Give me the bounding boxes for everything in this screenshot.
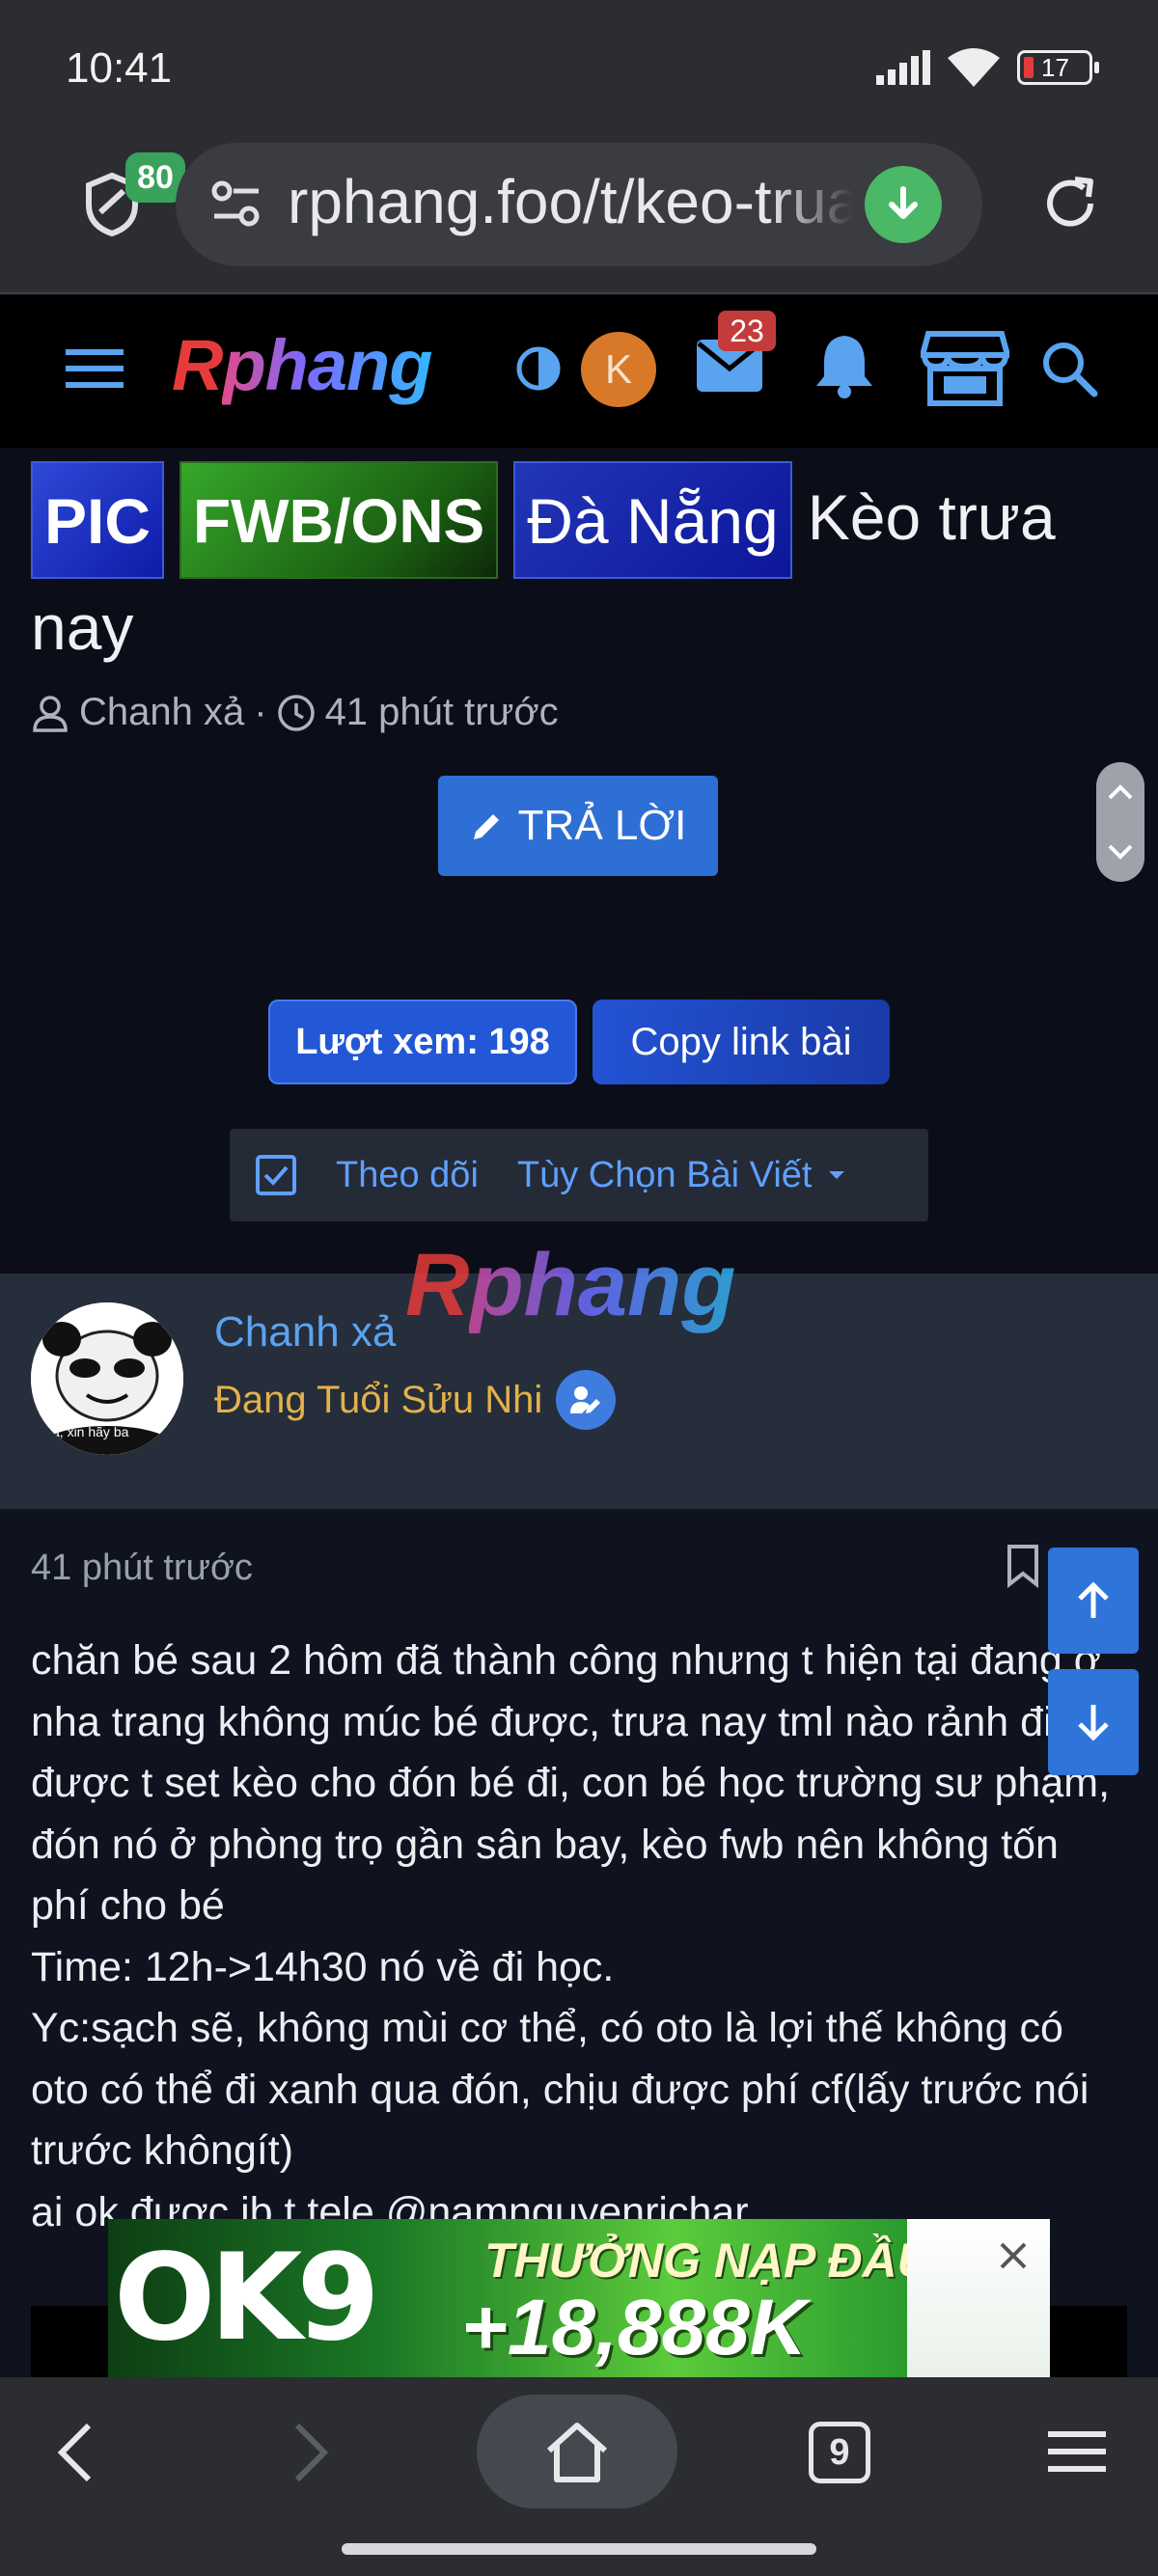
chevron-down-icon[interactable] bbox=[1106, 842, 1135, 862]
tag-da-nang[interactable]: Đà Nẵng bbox=[513, 461, 792, 579]
back-arrow-icon[interactable] bbox=[56, 2422, 95, 2483]
gesture-home-indicator bbox=[342, 2543, 816, 2555]
avatar-caption: à, xin hãy ba bbox=[52, 1424, 129, 1439]
pencil-icon bbox=[473, 814, 499, 839]
tune-icon[interactable] bbox=[210, 179, 262, 228]
clock-icon bbox=[277, 694, 315, 731]
site-logo-text: phang bbox=[222, 325, 432, 405]
thread-title-continued: nay bbox=[31, 591, 134, 663]
thread-author-link[interactable]: Chanh xả bbox=[79, 691, 244, 734]
reload-icon[interactable] bbox=[1040, 174, 1100, 233]
thread-title-text: Kèo trưa bbox=[807, 481, 1056, 553]
user-edit-icon bbox=[556, 1370, 617, 1430]
meta-separator: · bbox=[254, 691, 267, 733]
chevron-up-icon[interactable] bbox=[1106, 782, 1135, 802]
follow-link[interactable]: Theo dõi bbox=[336, 1155, 479, 1196]
ad-promo-line2: +18,888K bbox=[461, 2284, 807, 2371]
author-name-link[interactable]: Chanh xả bbox=[214, 1308, 396, 1357]
page-scroll-control[interactable] bbox=[1096, 762, 1144, 882]
site-logo[interactable]: Rphang bbox=[172, 324, 432, 406]
download-icon[interactable] bbox=[865, 166, 942, 243]
status-time: 10:41 bbox=[66, 44, 173, 92]
battery-level: 17 bbox=[1041, 52, 1069, 82]
home-button[interactable] bbox=[477, 2395, 677, 2508]
ad-logo: OK9 bbox=[114, 2229, 380, 2368]
scroll-top-button[interactable] bbox=[1048, 1548, 1139, 1654]
views-count-button[interactable]: Lượt xem: 198 bbox=[268, 1000, 577, 1084]
signal-icon bbox=[876, 50, 930, 85]
thread-title: PIC FWB/ONS Đà Nẵng Kèo trưa bbox=[31, 461, 1139, 579]
site-logo-initial: R bbox=[172, 325, 223, 405]
site-watermark: Rphang bbox=[405, 1235, 735, 1336]
ad-banner[interactable]: OK9 THƯỞNG NẠP ĐẦU +18,888K bbox=[108, 2219, 1050, 2377]
reply-button-label: TRẢ LỜI bbox=[517, 802, 687, 849]
status-icons: 17 bbox=[876, 48, 1099, 87]
thread-time[interactable]: 41 phút trước bbox=[325, 691, 559, 734]
reply-button[interactable]: TRẢ LỜI bbox=[438, 776, 718, 876]
author-avatar[interactable]: à, xin hãy ba bbox=[31, 1302, 183, 1455]
post-body: chăn bé sau 2 hôm đã thành công nhưng t … bbox=[31, 1637, 1111, 2235]
watermark-text: phang bbox=[469, 1236, 736, 1334]
checkbox-icon[interactable] bbox=[255, 1154, 297, 1196]
inbox-count-badge: 23 bbox=[718, 311, 776, 351]
forward-arrow-icon[interactable] bbox=[291, 2422, 330, 2483]
tabs-count-button[interactable]: 9 bbox=[809, 2422, 870, 2483]
home-icon bbox=[546, 2423, 608, 2482]
arrow-down-icon bbox=[1078, 1705, 1109, 1741]
caret-down-icon bbox=[829, 1171, 845, 1179]
thread-options-dropdown[interactable]: Tùy Chọn Bài Viết bbox=[517, 1155, 847, 1196]
search-icon[interactable] bbox=[1038, 338, 1100, 399]
thread-options-label: Tùy Chọn Bài Viết bbox=[516, 1154, 813, 1195]
ad-close-icon[interactable] bbox=[996, 2238, 1031, 2273]
store-icon[interactable] bbox=[921, 330, 1009, 407]
url-text[interactable]: rphang.foo/t/keo-trua-nay bbox=[288, 166, 853, 237]
thread-actions-bar: Theo dõi Tùy Chọn Bài Viết bbox=[230, 1129, 928, 1221]
menu-icon[interactable] bbox=[1048, 2429, 1106, 2474]
ad-promo-line1: THƯỞNG NẠP ĐẦU bbox=[484, 2233, 932, 2288]
arrow-up-icon bbox=[1078, 1581, 1109, 1618]
bookmark-icon[interactable] bbox=[1004, 1544, 1042, 1588]
wifi-icon bbox=[948, 48, 1000, 87]
post-time[interactable]: 41 phút trước bbox=[31, 1548, 253, 1589]
tag-fwb-ons[interactable]: FWB/ONS bbox=[179, 461, 499, 579]
user-avatar[interactable]: K bbox=[581, 332, 656, 407]
tag-pic[interactable]: PIC bbox=[31, 461, 165, 579]
battery-icon: 17 bbox=[1017, 50, 1099, 85]
notifications-bell-icon[interactable] bbox=[813, 330, 876, 399]
scroll-bottom-button[interactable] bbox=[1048, 1669, 1139, 1775]
thread-meta: Chanh xả · 41 phút trước bbox=[31, 691, 559, 734]
author-rank: Đang Tuổi Sửu Nhi bbox=[214, 1370, 617, 1430]
copy-link-button[interactable]: Copy link bài bbox=[593, 1000, 890, 1084]
author-rank-label: Đang Tuổi Sửu Nhi bbox=[214, 1378, 543, 1421]
contrast-toggle-icon[interactable] bbox=[515, 345, 562, 392]
user-icon bbox=[33, 695, 68, 732]
watermark-initial: R bbox=[405, 1236, 470, 1334]
hamburger-menu-icon[interactable] bbox=[64, 343, 125, 394]
